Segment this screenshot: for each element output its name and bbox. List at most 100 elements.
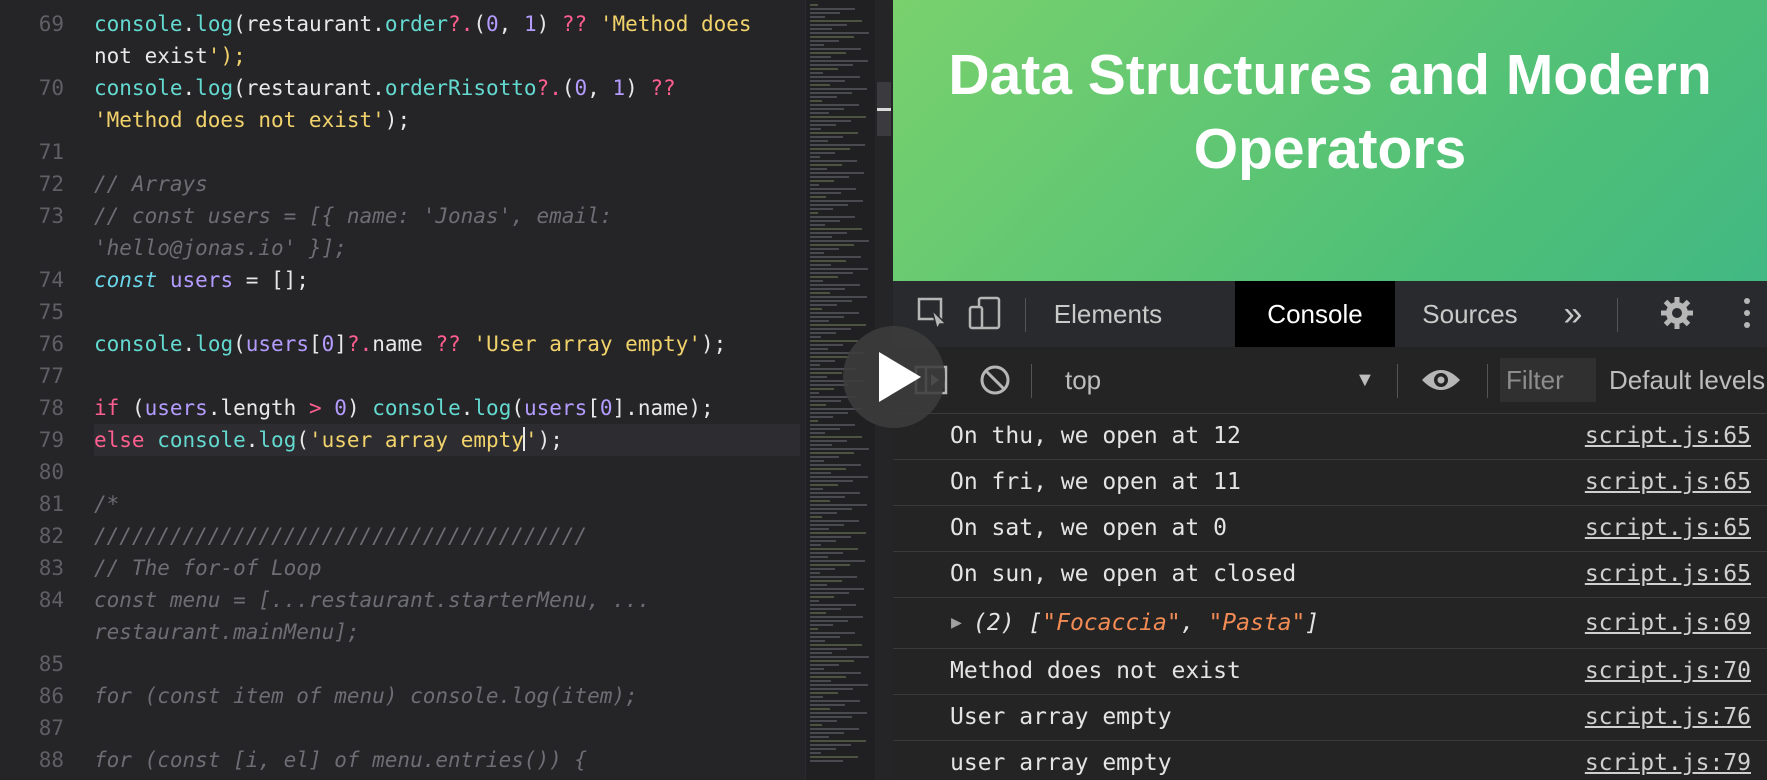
code-line[interactable]: for (const [i, el] of menu.entries()) {: [94, 744, 587, 776]
minimap-line: [810, 732, 844, 734]
minimap-line: [810, 756, 858, 758]
code-line[interactable]: // The for-of Loop: [94, 552, 322, 584]
code-line[interactable]: restaurant.mainMenu];: [94, 616, 360, 648]
source-link[interactable]: script.js:65: [1585, 552, 1751, 597]
minimap-line: [810, 204, 848, 206]
settings-icon[interactable]: [1659, 295, 1695, 331]
source-link[interactable]: script.js:76: [1585, 695, 1751, 740]
page-hero: Data Structures and Modern Operators: [893, 0, 1767, 281]
code-line[interactable]: 'Method does not exist');: [94, 104, 410, 136]
minimap-line: [810, 568, 835, 570]
devtools-panel: Elements Console Sources » top ▼ Filter …: [893, 281, 1767, 780]
minimap-line: [810, 740, 866, 742]
toolbar-divider: [1025, 298, 1026, 332]
code-line[interactable]: 'hello@jonas.io' }];: [94, 232, 347, 264]
play-button[interactable]: [843, 326, 945, 428]
minimap-line: [810, 40, 839, 42]
minimap-line: [810, 388, 834, 390]
code-line[interactable]: not exist');: [94, 40, 246, 72]
line-number: 75: [38, 300, 64, 324]
minimap-line: [810, 376, 827, 378]
minimap-line: [810, 24, 847, 26]
minimap-line: [810, 336, 821, 338]
code-line[interactable]: ///////////////////////////////////////: [94, 520, 587, 552]
minimap-line: [810, 44, 824, 46]
minimap-line: [810, 56, 831, 58]
eye-icon[interactable]: [1419, 362, 1463, 398]
line-number: 81: [38, 492, 64, 516]
minimap-line: [810, 472, 831, 474]
line-number: 71: [38, 140, 64, 164]
tab-sources[interactable]: Sources: [1395, 281, 1545, 347]
minimap-line: [810, 96, 837, 98]
minimap-line: [810, 60, 868, 62]
minimap-line: [810, 628, 818, 630]
minimap-line: [810, 4, 818, 6]
minimap-line: [810, 144, 865, 146]
minimap-line: [810, 504, 867, 506]
minimap-line: [810, 712, 867, 714]
tab-elements[interactable]: Elements: [1033, 281, 1183, 347]
filter-input[interactable]: [1500, 358, 1596, 402]
minimap-line: [810, 128, 821, 130]
source-link[interactable]: script.js:65: [1585, 460, 1751, 505]
code-line[interactable]: // Arrays: [94, 168, 208, 200]
dropdown-arrow-icon[interactable]: ▼: [1355, 347, 1375, 413]
code-line[interactable]: console.log(users[0]?.name ?? 'User arra…: [94, 328, 726, 360]
console-message-array[interactable]: ▶ (2) ["Focaccia", "Pasta"] script.js:69: [893, 598, 1767, 649]
minimap-line: [810, 36, 854, 38]
tab-console[interactable]: Console: [1235, 281, 1395, 347]
minimap-line: [810, 616, 863, 618]
minimap-line: [810, 304, 837, 306]
code-line-current[interactable]: else console.log('user array empty');: [94, 424, 800, 456]
clear-console-icon[interactable]: [977, 362, 1013, 398]
minimap-line: [810, 140, 828, 142]
array-item: "Pasta": [1208, 610, 1306, 636]
minimap-line: [810, 236, 832, 238]
code-line[interactable]: console.log(restaurant.orderRisotto?.(0,…: [94, 72, 676, 104]
minimap-line: [810, 728, 859, 730]
toolbar-divider: [1617, 298, 1618, 332]
minimap-line: [810, 28, 832, 30]
minimap-line: [810, 136, 843, 138]
play-icon: [879, 352, 921, 402]
console-message: user array empty script.js:79: [893, 741, 1767, 780]
code-line[interactable]: if (users.length > 0) console.log(users[…: [94, 392, 714, 424]
minimap-line: [810, 564, 850, 566]
toolbar-divider: [1487, 364, 1488, 398]
device-toolbar-icon[interactable]: [967, 295, 1003, 331]
minimap-line: [810, 8, 855, 10]
code-editor[interactable]: 69 70 71 72 73 74 75 76 77 78 79 80 81 8…: [0, 0, 805, 780]
console-array-preview[interactable]: (2) ["Focaccia", "Pasta"]: [973, 598, 1319, 648]
code-line[interactable]: // const users = [{ name: 'Jonas', email…: [94, 200, 612, 232]
minimap-line: [810, 92, 852, 94]
line-number: 70: [38, 76, 64, 100]
log-levels-dropdown[interactable]: Default levels: [1609, 347, 1765, 413]
code-line[interactable]: for (const item of menu) console.log(ite…: [94, 680, 638, 712]
code-line[interactable]: const menu = [...restaurant.starterMenu,…: [94, 584, 650, 616]
code-line[interactable]: console.log(restaurant.order?.(0, 1) ?? …: [94, 8, 752, 40]
console-message: On sun, we open at closed script.js:65: [893, 552, 1767, 598]
scrollbar-thumb[interactable]: [877, 82, 891, 136]
expand-arrow-icon[interactable]: ▶: [951, 598, 962, 643]
more-tabs-icon[interactable]: »: [1545, 281, 1601, 347]
source-link[interactable]: script.js:79: [1585, 741, 1751, 780]
source-link[interactable]: script.js:70: [1585, 649, 1751, 694]
source-link[interactable]: script.js:65: [1585, 506, 1751, 551]
minimap-line: [810, 636, 840, 638]
code-line[interactable]: const users = [];: [94, 264, 309, 296]
minimap-line: [810, 488, 823, 490]
console-message-text: User array empty: [950, 704, 1172, 730]
minimap-line: [810, 116, 866, 118]
minimap-line: [810, 416, 833, 418]
source-link[interactable]: script.js:69: [1585, 598, 1751, 648]
kebab-menu-icon[interactable]: [1737, 295, 1757, 331]
context-selector[interactable]: top: [1065, 347, 1101, 413]
minimap-line: [810, 632, 855, 634]
minimap-line: [810, 752, 821, 754]
minimap-line: [810, 604, 856, 606]
code-line[interactable]: /*: [94, 488, 119, 520]
source-link[interactable]: script.js:65: [1585, 414, 1751, 459]
console-message: On sat, we open at 0 script.js:65: [893, 506, 1767, 552]
minimap-line: [810, 612, 826, 614]
